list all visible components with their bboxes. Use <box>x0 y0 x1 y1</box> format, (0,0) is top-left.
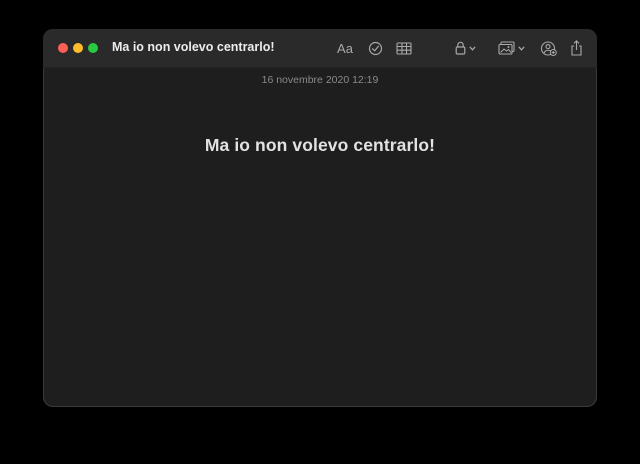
lock-menu-button[interactable] <box>450 37 480 59</box>
checklist-icon <box>368 41 383 56</box>
maximize-window-button[interactable] <box>88 43 98 53</box>
note-heading[interactable]: Ma io non volevo centrarlo! <box>43 135 597 156</box>
table-icon <box>396 41 412 55</box>
table-button[interactable] <box>393 37 415 59</box>
close-window-button[interactable] <box>58 43 68 53</box>
notes-window: Ma io non volevo centrarlo! Aa 16 novemb… <box>43 29 597 407</box>
title-bar: Ma io non volevo centrarlo! Aa <box>43 29 597 68</box>
media-menu-button[interactable] <box>494 37 528 59</box>
checklist-button[interactable] <box>364 37 386 59</box>
lock-icon <box>455 41 466 55</box>
collaborate-button[interactable] <box>537 37 559 59</box>
chevron-down-icon <box>517 45 525 51</box>
collaborate-icon <box>540 40 557 56</box>
format-button[interactable]: Aa <box>332 37 358 59</box>
share-icon <box>570 40 583 56</box>
media-icon <box>497 41 515 55</box>
window-title: Ma io non volevo centrarlo! <box>112 40 275 54</box>
note-timestamp: 16 novembre 2020 12:19 <box>261 74 379 86</box>
share-button[interactable] <box>566 37 586 59</box>
chevron-down-icon <box>468 45 476 51</box>
minimize-window-button[interactable] <box>73 43 83 53</box>
